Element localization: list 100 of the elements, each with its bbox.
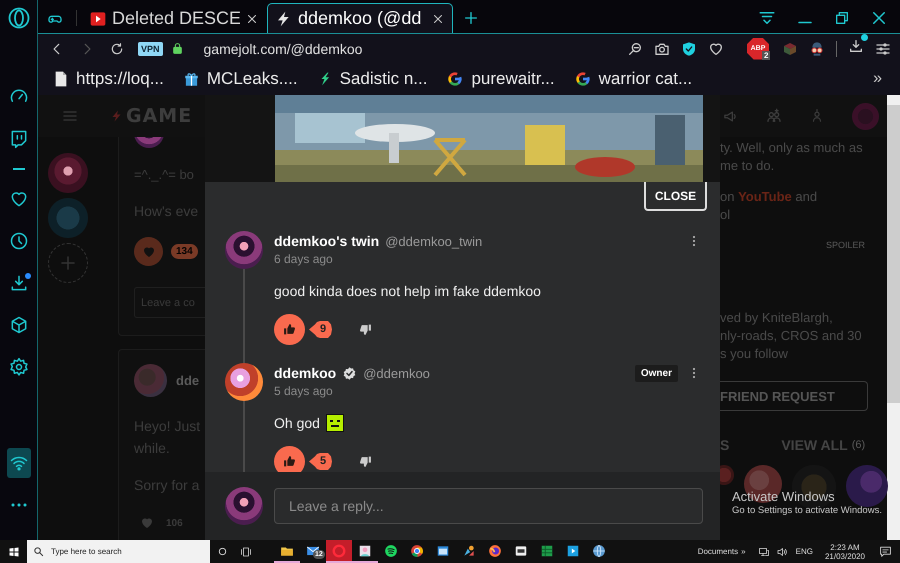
activation-hint: Go to Settings to activate Windows. <box>732 504 882 517</box>
clock-icon <box>8 231 28 251</box>
thumbs-down-icon[interactable] <box>359 323 372 336</box>
cube-icon[interactable] <box>782 40 798 56</box>
network-icon[interactable] <box>758 546 770 558</box>
file-icon <box>54 71 68 87</box>
search-icon <box>33 546 44 557</box>
globe-icon <box>592 544 606 558</box>
clock-date: 21/03/2020 <box>824 552 865 560</box>
reload-icon[interactable] <box>110 42 124 56</box>
profile-text: on YouTube and <box>720 188 818 206</box>
community-avatar <box>48 198 88 238</box>
sidebar-button[interactable] <box>6 448 30 478</box>
more-bookmarks-button[interactable]: » <box>873 70 882 88</box>
user-name: ddemkoo's twin <box>274 233 380 249</box>
bookmark[interactable]: https://loq... <box>54 69 164 89</box>
vpn-badge[interactable]: VPN <box>138 42 163 56</box>
avatar <box>852 102 879 130</box>
twitch-icon <box>8 129 28 149</box>
lightning-icon <box>111 108 123 124</box>
user-name: ddemkoo <box>274 365 336 381</box>
spotify-icon <box>384 544 398 558</box>
camera-icon[interactable] <box>654 40 670 56</box>
comment-time: 5 days ago <box>274 383 334 399</box>
opera-logo-icon[interactable] <box>6 6 30 30</box>
language-indicator[interactable]: ENG <box>796 547 813 556</box>
like-count: 134 <box>171 244 198 259</box>
toolbar-label[interactable]: Documents <box>698 547 738 556</box>
more-icon <box>10 502 28 508</box>
bookmark[interactable]: Sadistic n... <box>318 69 428 89</box>
close-icon[interactable] <box>432 12 444 24</box>
search-field[interactable]: Type here to search <box>27 540 210 563</box>
community-avatar <box>48 153 88 193</box>
task-view-icon[interactable] <box>240 546 252 558</box>
avatar <box>225 231 263 269</box>
like-button[interactable] <box>274 446 305 472</box>
avatar <box>134 364 167 397</box>
heart-icon <box>142 244 156 258</box>
shield-icon[interactable] <box>681 40 697 56</box>
chevron-button[interactable]: » <box>741 547 746 556</box>
opera-icon <box>332 544 346 558</box>
reply-field[interactable]: Leave a reply... <box>274 488 703 524</box>
activation-title: Activate Windows <box>732 490 836 504</box>
close-icon[interactable] <box>246 12 258 24</box>
heart-icon[interactable] <box>708 40 724 56</box>
windows-icon[interactable] <box>8 546 20 558</box>
like-count: 5 <box>309 453 332 470</box>
box-icon <box>514 544 528 558</box>
tab-menu-icon[interactable] <box>758 9 776 27</box>
followed-by-text: ved by KniteBlargh, nly-roads, CROS and 30 s you follow <box>720 309 863 363</box>
volume-icon[interactable] <box>776 546 788 558</box>
count-badge: 2 <box>762 50 770 60</box>
avatar <box>846 465 888 507</box>
profile-text: ty. Well, only as much as me to do. <box>720 139 864 175</box>
spy-icon[interactable] <box>809 40 825 56</box>
close-button[interactable]: CLOSE <box>644 182 707 211</box>
spoiler-label: SPOILER <box>824 239 866 252</box>
tab[interactable]: ddemkoo (@dd <box>267 3 453 33</box>
thumbs-up-icon <box>283 455 296 468</box>
cortana-icon[interactable] <box>216 546 228 557</box>
comment-text: Oh god <box>274 415 320 431</box>
close-icon[interactable] <box>870 9 888 27</box>
user-handle: @ddemkoo <box>363 366 430 380</box>
author-name: dde <box>176 373 200 388</box>
cube-icon <box>8 315 28 335</box>
count-label: (6) <box>852 439 866 451</box>
like-count: 9 <box>309 321 332 338</box>
plus-icon <box>59 254 77 272</box>
clock-time: 2:23 AM <box>830 542 860 552</box>
tab[interactable]: Deleted DESCE <box>81 3 267 33</box>
download-icon[interactable] <box>848 38 864 54</box>
gift-icon <box>184 72 199 86</box>
heart-icon <box>8 189 28 209</box>
address-field[interactable]: gamejolt.com/@ddemkoo <box>204 40 362 56</box>
paint-icon <box>462 544 476 558</box>
download-icon <box>8 273 28 293</box>
firefox-icon <box>488 544 502 558</box>
bookmark[interactable]: warrior cat... <box>574 69 692 89</box>
scrollbar[interactable] <box>887 95 900 540</box>
menu-icon[interactable] <box>875 40 891 56</box>
avatar <box>225 363 263 401</box>
chrome-icon <box>410 544 424 558</box>
restore-icon[interactable] <box>834 10 850 26</box>
lock-icon <box>170 42 184 55</box>
window-icon <box>436 544 450 558</box>
zoom-icon[interactable] <box>627 40 643 56</box>
image-icon <box>358 544 372 558</box>
media-icon <box>566 544 580 558</box>
notification-icon[interactable] <box>879 545 892 558</box>
user-handle: @ddemkoo_twin <box>385 234 482 248</box>
spreadsheet-icon <box>540 544 554 558</box>
owner-badge: Owner <box>634 364 678 382</box>
like-button[interactable] <box>274 314 305 345</box>
thumbs-down-icon[interactable] <box>359 455 372 468</box>
comment-text: good kinda does not help im fake ddemkoo <box>274 283 541 299</box>
new-tab-icon[interactable] <box>463 10 479 26</box>
settings-icon <box>8 357 28 377</box>
bookmark[interactable]: MCLeaks.... <box>184 69 298 89</box>
bookmark[interactable]: purewaitr... <box>447 69 555 89</box>
thumbs-up-icon <box>283 323 296 336</box>
